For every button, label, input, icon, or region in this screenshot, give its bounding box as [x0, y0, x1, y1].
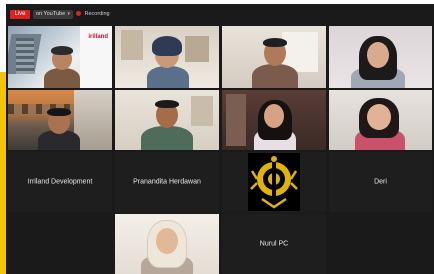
participant-tile[interactable]: Irriland Development	[8, 152, 112, 212]
live-badge[interactable]: Live	[10, 10, 30, 19]
recording-label: Recording	[84, 11, 110, 17]
meeting-topbar: Live on YouTube ▾ Recording	[6, 4, 434, 24]
participant-video	[329, 26, 432, 88]
university-emblem-icon	[250, 156, 298, 209]
chevron-down-icon: ▾	[67, 11, 70, 17]
participant-video-tile[interactable]	[115, 214, 219, 274]
participant-video-tile[interactable]	[8, 90, 112, 150]
participant-video-tile[interactable]	[222, 90, 326, 150]
participant-video	[222, 90, 326, 150]
participant-tile[interactable]: Deri	[329, 152, 432, 212]
gallery-view: Live on YouTube ▾ Recording irilland Irr…	[6, 4, 434, 274]
participant-video	[115, 26, 219, 88]
participant-name: Nurul PC	[259, 240, 289, 248]
participant-video-tile[interactable]	[115, 90, 219, 150]
participant-video	[115, 214, 219, 274]
participant-video	[222, 152, 326, 212]
participant-video: irilland	[8, 26, 112, 88]
participant-video-tile[interactable]	[329, 26, 432, 88]
participant-tile[interactable]: Pranandita Herdawan	[115, 152, 219, 212]
record-dot-icon	[76, 10, 81, 16]
company-logo: irilland	[88, 34, 108, 40]
participant-video-tile[interactable]	[222, 152, 326, 212]
participant-video	[115, 90, 219, 150]
participant-video	[8, 90, 112, 150]
stream-destination-label: on YouTube	[36, 11, 66, 17]
participant-video	[329, 90, 432, 150]
participant-video-tile[interactable]	[329, 90, 432, 150]
meeting-window: Live on YouTube ▾ Recording irilland Irr…	[0, 0, 434, 274]
participant-tile[interactable]: Nurul PC	[222, 214, 326, 274]
participant-name: Deri	[374, 178, 387, 186]
participant-video	[222, 26, 326, 88]
participant-name: Pranandita Herdawan	[133, 178, 201, 186]
participant-video-tile[interactable]	[115, 26, 219, 88]
participant-video-tile[interactable]: irilland	[8, 26, 112, 88]
participant-video-tile[interactable]	[222, 26, 326, 88]
stream-destination-dropdown[interactable]: on YouTube ▾	[33, 10, 73, 19]
participant-name: Irriland Development	[27, 178, 93, 186]
recording-indicator[interactable]: Recording	[76, 10, 110, 19]
